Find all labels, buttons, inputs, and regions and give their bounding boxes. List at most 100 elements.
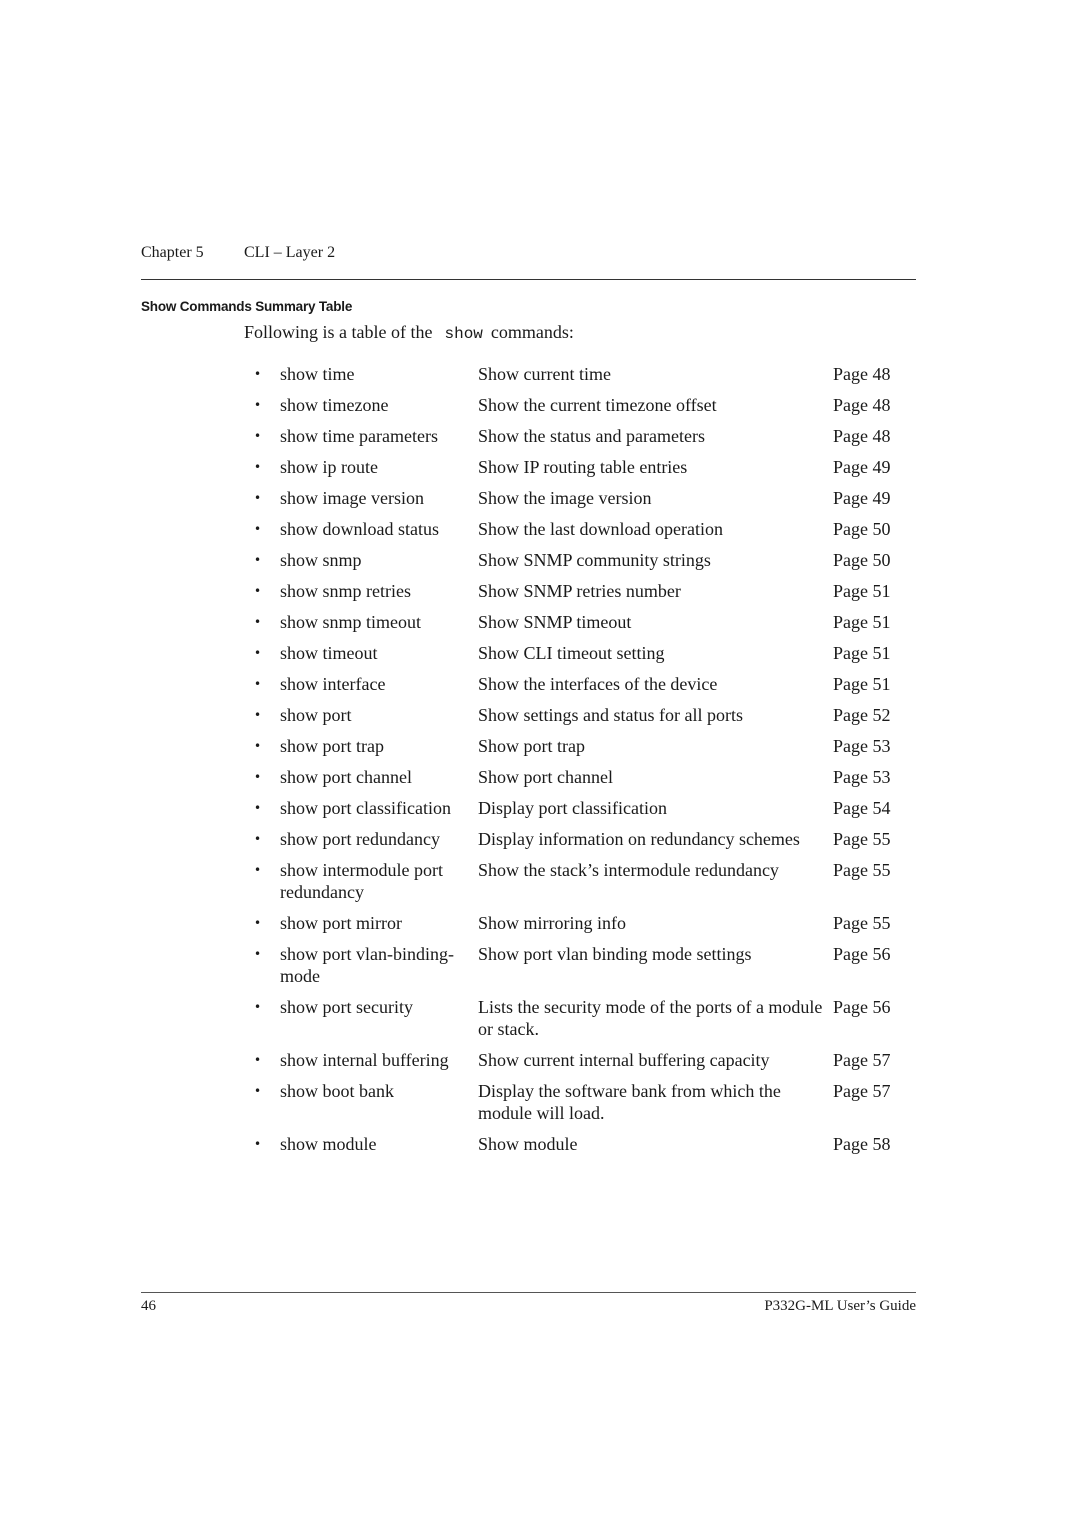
command-description: Show SNMP timeout (478, 612, 632, 632)
bullet-icon: • (254, 916, 262, 930)
command-row: • show time parameters Show the status and… (254, 425, 914, 447)
command-description: Show settings and status for all ports (478, 705, 743, 725)
command-name: show port vlan-binding-mode (280, 944, 454, 986)
command-description: Show SNMP community strings (478, 550, 711, 570)
bullet-icon: • (254, 832, 262, 846)
running-footer: 46 P332G-ML User’s Guide (141, 1298, 916, 1315)
header-divider (141, 279, 916, 280)
page-reference: Page 55 (833, 860, 891, 880)
command-row: • show time Show current time Page 48 (254, 363, 914, 385)
command-row: • show port security Lists the security mo… (254, 996, 914, 1040)
command-name: show snmp timeout (280, 612, 422, 632)
command-description: Lists the security mode of the ports of … (478, 997, 823, 1039)
page-reference: Page 48 (833, 364, 891, 384)
command-row: • show image version Show the image versio… (254, 487, 914, 509)
intro-text-before: Following is a table of the (244, 322, 433, 342)
command-name: show timeout (280, 643, 378, 663)
page-reference: Page 49 (833, 488, 891, 508)
command-row: • show snmp retries Show SNMP retries numb… (254, 580, 914, 602)
footer-divider (141, 1292, 916, 1293)
command-row: • show port vlan-binding-mode Show port vl… (254, 943, 914, 987)
section-heading: Show Commands Summary Table (141, 299, 353, 314)
chapter-number: Chapter 5 (141, 244, 204, 261)
command-name: show boot bank (280, 1081, 394, 1101)
command-row: • show download status Show the last downl… (254, 518, 914, 540)
command-description: Display the software bank from which the… (478, 1081, 781, 1123)
page-reference: Page 56 (833, 997, 891, 1017)
page-reference: Page 48 (833, 395, 891, 415)
bullet-icon: • (254, 429, 262, 443)
page-reference: Page 55 (833, 829, 891, 849)
command-name: show download status (280, 519, 439, 539)
page-reference: Page 51 (833, 674, 891, 694)
command-name: show port redundancy (280, 829, 440, 849)
command-name: show port security (280, 997, 413, 1017)
page-reference: Page 53 (833, 736, 891, 756)
page-reference: Page 49 (833, 457, 891, 477)
command-row: • show port redundancy Display information… (254, 828, 914, 850)
bullet-icon: • (254, 584, 262, 598)
commands-table: • show time Show current time Page 48 • show … (254, 363, 914, 1164)
command-row: • show timeout Show CLI timeout setting Pag… (254, 642, 914, 664)
command-description: Show current time (478, 364, 611, 384)
command-name: show module (280, 1134, 377, 1154)
command-description: Show current internal buffering capacity (478, 1050, 770, 1070)
bullet-icon: • (254, 1053, 262, 1067)
command-row: • show intermodule port redundancy Show th… (254, 859, 914, 903)
command-row: • show snmp Show SNMP community strings Pag… (254, 549, 914, 571)
bullet-icon: • (254, 801, 262, 815)
command-name: show port (280, 705, 352, 725)
bullet-icon: • (254, 615, 262, 629)
bullet-icon: • (254, 1084, 262, 1098)
bullet-icon: • (254, 708, 262, 722)
bullet-icon: • (254, 677, 262, 691)
command-name: show time (280, 364, 355, 384)
chapter-title: CLI – Layer 2 (244, 244, 336, 261)
command-name: show interface (280, 674, 386, 694)
page-reference: Page 58 (833, 1134, 891, 1154)
intro-paragraph: Following is a table of the show commands: (244, 322, 574, 343)
command-row: • show snmp timeout Show SNMP timeout Page … (254, 611, 914, 633)
command-row: • show port classification Display port cl… (254, 797, 914, 819)
bullet-icon: • (254, 863, 262, 877)
command-row: • show port mirror Show mirroring info Page… (254, 912, 914, 934)
command-description: Show the interfaces of the device (478, 674, 718, 694)
bullet-icon: • (254, 646, 262, 660)
command-row: • show internal buffering Show current int… (254, 1049, 914, 1071)
command-row: • show ip route Show IP routing table entr… (254, 456, 914, 478)
command-name: show port channel (280, 767, 412, 787)
command-name: show intermodule port redundancy (280, 860, 443, 902)
command-row: • show timezone Show the current timezone … (254, 394, 914, 416)
command-name: show port trap (280, 736, 384, 756)
command-name: show time parameters (280, 426, 438, 446)
page-reference: Page 53 (833, 767, 891, 787)
command-description: Show SNMP retries number (478, 581, 681, 601)
bullet-icon: • (254, 522, 262, 536)
command-description: Show CLI timeout setting (478, 643, 665, 663)
command-description: Show IP routing table entries (478, 457, 688, 477)
bullet-icon: • (254, 460, 262, 474)
bullet-icon: • (254, 367, 262, 381)
command-name: show timezone (280, 395, 389, 415)
command-description: Show the current timezone offset (478, 395, 717, 415)
page-number: 46 (141, 1298, 156, 1314)
command-description: Display port classification (478, 798, 667, 818)
bullet-icon: • (254, 1000, 262, 1014)
page-reference: Page 51 (833, 581, 891, 601)
command-name: show image version (280, 488, 424, 508)
running-header: Chapter 5 CLI – Layer 2 (141, 244, 335, 262)
command-description: Show the image version (478, 488, 652, 508)
page-reference: Page 48 (833, 426, 891, 446)
page-reference: Page 57 (833, 1081, 891, 1101)
page-reference: Page 57 (833, 1050, 891, 1070)
bullet-icon: • (254, 491, 262, 505)
intro-text-after: commands: (490, 322, 574, 342)
command-row: • show boot bank Display the software bank… (254, 1080, 914, 1124)
command-description: Show the stack’s intermodule redundancy (478, 860, 779, 880)
command-row: • show module Show module Page 58 (254, 1133, 914, 1155)
bullet-icon: • (254, 739, 262, 753)
command-description: Show the last download operation (478, 519, 723, 539)
command-name: show snmp retries (280, 581, 411, 601)
intro-code: show (444, 325, 483, 343)
command-description: Show mirroring info (478, 913, 626, 933)
